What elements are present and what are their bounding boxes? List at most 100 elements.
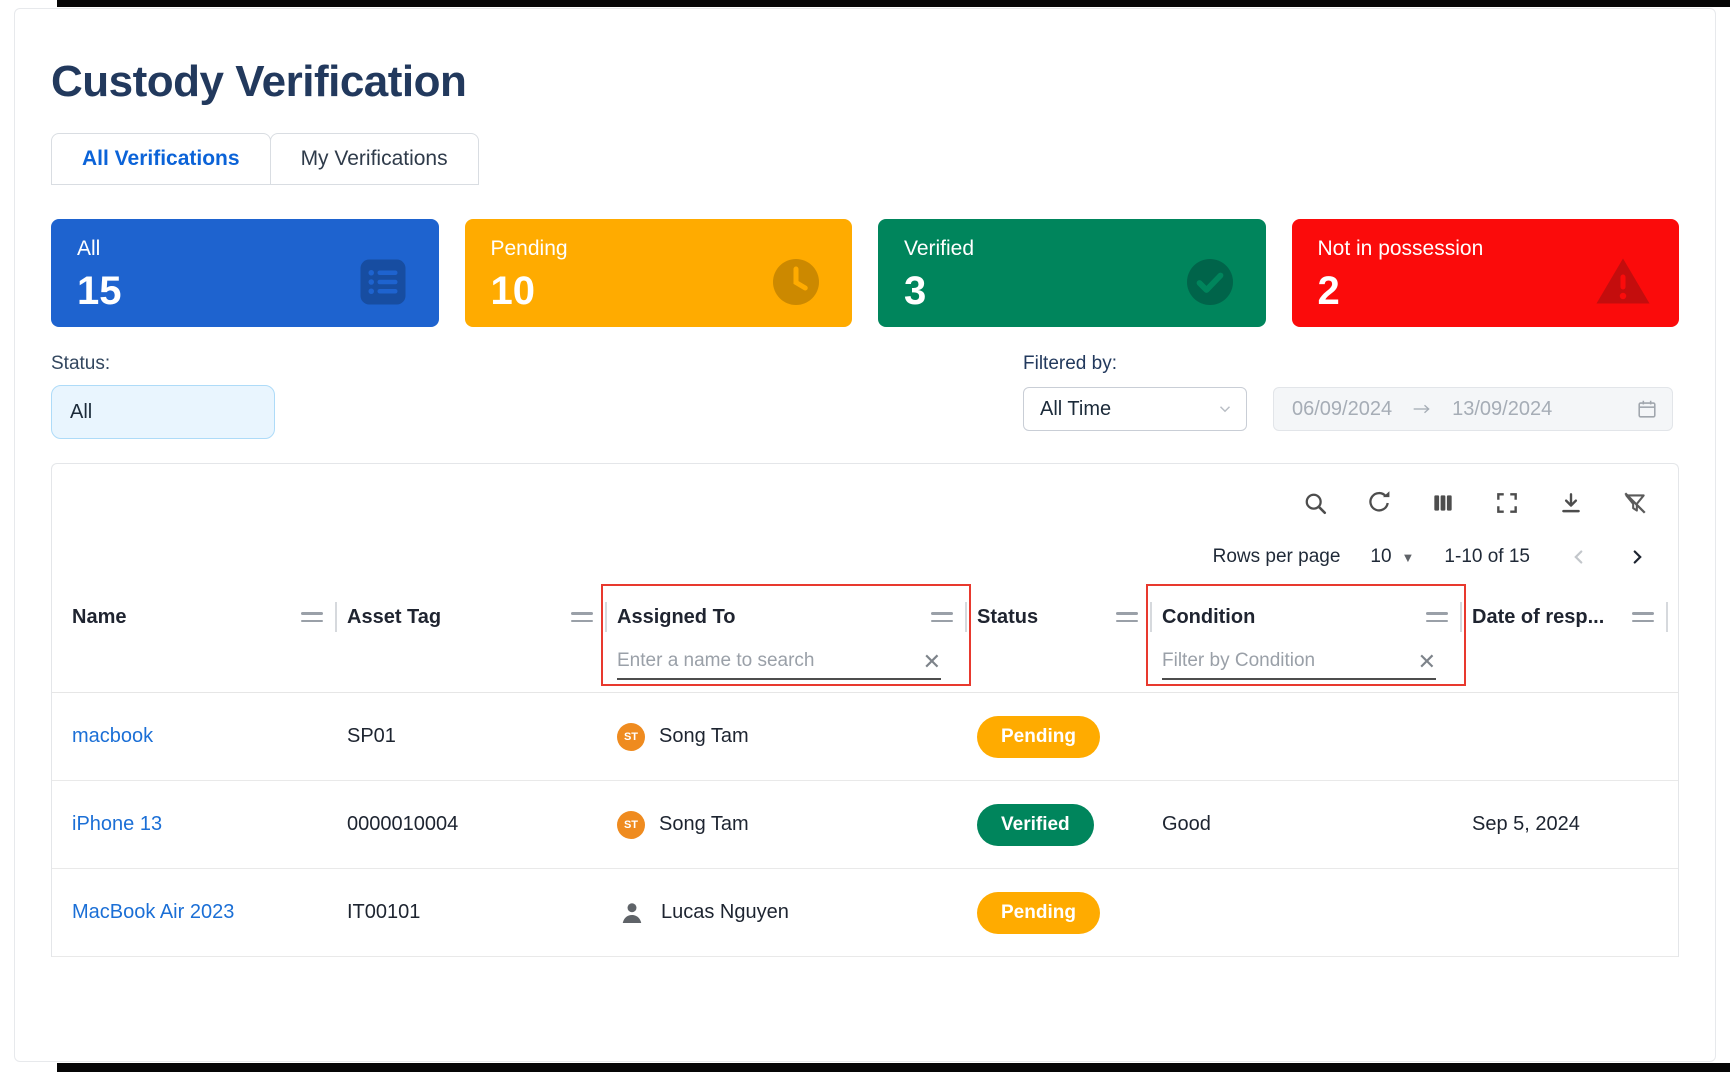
column-resize-handle[interactable] xyxy=(335,602,337,632)
status-badge: Pending xyxy=(977,716,1100,758)
column-label: Name xyxy=(72,606,126,629)
column-resize-handle[interactable] xyxy=(605,602,607,632)
column-resize-handle[interactable] xyxy=(1460,602,1462,632)
date-range-picker[interactable]: 06/09/2024 13/09/2024 xyxy=(1273,387,1673,431)
rows-per-page-value: 10 xyxy=(1370,546,1391,568)
rows-per-page-label: Rows per page xyxy=(1213,546,1341,568)
column-header-asset-tag[interactable]: Asset Tag xyxy=(347,602,617,632)
list-icon xyxy=(353,252,413,312)
date-to: 13/09/2024 xyxy=(1452,398,1552,421)
column-label: Status xyxy=(977,606,1038,629)
clear-filter-icon[interactable]: ✕ xyxy=(1418,651,1436,673)
time-filter-select[interactable]: All Time xyxy=(1023,387,1247,431)
drag-handle-icon[interactable] xyxy=(1426,610,1448,624)
cell-asset-tag: SP01 xyxy=(347,725,396,748)
status-filter-group: Status: All xyxy=(51,353,275,439)
column-header-name[interactable]: Name xyxy=(52,602,347,632)
columns-icon[interactable] xyxy=(1430,490,1456,516)
next-page-button[interactable] xyxy=(1626,546,1648,568)
stat-label: Verified xyxy=(904,237,974,261)
column-header-assigned-to[interactable]: Assigned To ✕ xyxy=(617,602,977,680)
tab-my-verifications[interactable]: My Verifications xyxy=(270,133,479,185)
avatar: ST xyxy=(617,723,645,751)
cell-asset-tag: 0000010004 xyxy=(347,813,458,836)
condition-filter-input[interactable] xyxy=(1162,648,1412,676)
column-header-date-of-response[interactable]: Date of resp... xyxy=(1472,602,1678,632)
drag-handle-icon[interactable] xyxy=(931,610,953,624)
column-header-condition[interactable]: Condition ✕ xyxy=(1162,602,1472,680)
filtered-by-label: Filtered by: xyxy=(1023,353,1673,375)
page-title: Custody Verification xyxy=(51,57,1679,107)
tab-bar: All Verifications My Verifications xyxy=(51,133,1679,185)
stat-label: All xyxy=(77,237,122,261)
stat-card-pending[interactable]: Pending 10 xyxy=(465,219,853,327)
condition-filter: ✕ xyxy=(1162,648,1436,680)
avatar: ST xyxy=(617,811,645,839)
column-label: Assigned To xyxy=(617,606,736,629)
clear-filter-icon[interactable]: ✕ xyxy=(923,651,941,673)
warning-icon xyxy=(1593,252,1653,312)
cell-condition: Good xyxy=(1162,813,1211,836)
cell-assigned-to: Song Tam xyxy=(659,813,749,836)
filter-band: Status: All Filtered by: All Time 06/09/… xyxy=(51,353,1679,439)
stat-card-verified[interactable]: Verified 3 xyxy=(878,219,1266,327)
asset-name-link[interactable]: iPhone 13 xyxy=(72,813,162,836)
column-resize-handle[interactable] xyxy=(965,602,967,632)
column-resize-handle[interactable] xyxy=(1666,602,1668,632)
column-resize-handle[interactable] xyxy=(1150,602,1152,632)
app-frame: Custody Verification All Verifications M… xyxy=(14,8,1716,1062)
date-from: 06/09/2024 xyxy=(1292,398,1392,421)
drag-handle-icon[interactable] xyxy=(571,610,593,624)
fullscreen-icon[interactable] xyxy=(1494,490,1520,516)
column-label: Condition xyxy=(1162,606,1255,629)
tab-all-verifications[interactable]: All Verifications xyxy=(51,133,271,185)
table-toolbar xyxy=(52,464,1678,516)
status-select[interactable]: All xyxy=(51,385,275,439)
status-badge: Verified xyxy=(977,804,1094,846)
time-filter-value: All Time xyxy=(1040,398,1111,421)
verifications-table: Rows per page 10 ▼ 1-10 of 15 xyxy=(51,463,1679,957)
assigned-to-filter: ✕ xyxy=(617,648,941,680)
pagination-range: 1-10 of 15 xyxy=(1444,546,1530,568)
stat-cards: All 15 Pending 10 Verified 3 xyxy=(51,219,1679,327)
stat-label: Not in possession xyxy=(1318,237,1484,261)
stat-value: 15 xyxy=(77,269,122,314)
arrow-right-icon xyxy=(1412,402,1432,416)
column-label: Date of resp... xyxy=(1472,606,1604,629)
window-edge-bottom xyxy=(57,1063,1730,1072)
search-icon[interactable] xyxy=(1302,490,1328,516)
stat-value: 2 xyxy=(1318,269,1484,314)
table-row[interactable]: MacBook Air 2023 IT00101 Lucas Nguyen Pe… xyxy=(52,869,1678,957)
table-row[interactable]: macbook SP01 ST Song Tam Pending xyxy=(52,693,1678,781)
refresh-icon[interactable] xyxy=(1366,490,1392,516)
drag-handle-icon[interactable] xyxy=(301,610,323,624)
asset-name-link[interactable]: macbook xyxy=(72,725,153,748)
page-content: Custody Verification All Verifications M… xyxy=(15,9,1715,957)
download-icon[interactable] xyxy=(1558,490,1584,516)
tab-label: My Verifications xyxy=(301,147,448,170)
stat-card-all[interactable]: All 15 xyxy=(51,219,439,327)
person-icon xyxy=(617,898,647,928)
cell-date: Sep 5, 2024 xyxy=(1472,813,1580,836)
previous-page-button[interactable] xyxy=(1568,546,1590,568)
cell-assigned-to: Song Tam xyxy=(659,725,749,748)
status-label: Status: xyxy=(51,353,275,375)
drag-handle-icon[interactable] xyxy=(1116,610,1138,624)
pagination-bar: Rows per page 10 ▼ 1-10 of 15 xyxy=(52,516,1678,568)
table-header-row: Name Asset Tag xyxy=(52,602,1678,693)
assigned-to-filter-input[interactable] xyxy=(617,648,917,676)
table-row[interactable]: iPhone 13 0000010004 ST Song Tam Verifie… xyxy=(52,781,1678,869)
status-select-value: All xyxy=(70,401,92,424)
asset-name-link[interactable]: MacBook Air 2023 xyxy=(72,901,234,924)
filter-off-icon[interactable] xyxy=(1622,490,1648,516)
column-label: Asset Tag xyxy=(347,606,441,629)
stat-card-not-in-possession[interactable]: Not in possession 2 xyxy=(1292,219,1680,327)
clock-icon xyxy=(766,252,826,312)
status-badge: Pending xyxy=(977,892,1100,934)
column-header-status[interactable]: Status xyxy=(977,602,1162,632)
cell-asset-tag: IT00101 xyxy=(347,901,420,924)
calendar-icon xyxy=(1636,398,1658,420)
drag-handle-icon[interactable] xyxy=(1632,610,1654,624)
rows-per-page-select[interactable]: 10 ▼ xyxy=(1370,546,1414,568)
stat-value: 3 xyxy=(904,269,974,314)
